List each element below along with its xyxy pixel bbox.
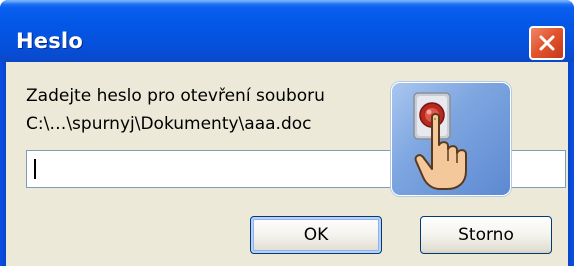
password-dialog: Heslo Zadejte heslo pro otevření souboru… xyxy=(0,0,574,266)
hand-press-icon xyxy=(391,82,511,196)
cancel-button[interactable]: Storno xyxy=(420,216,552,254)
close-icon xyxy=(539,35,555,51)
dialog-body: Zadejte heslo pro otevření souboru C:\…\… xyxy=(6,62,568,266)
close-button[interactable] xyxy=(529,26,565,60)
ok-button[interactable]: OK xyxy=(250,216,382,254)
file-path-text: C:\…\spurnyj\Dokumenty\aaa.doc xyxy=(26,114,312,134)
prompt-text: Zadejte heslo pro otevření souboru xyxy=(26,86,325,106)
window-frame-right xyxy=(568,62,574,266)
text-caret xyxy=(34,159,36,179)
window-title: Heslo xyxy=(16,29,83,53)
title-bar[interactable]: Heslo xyxy=(0,0,574,62)
